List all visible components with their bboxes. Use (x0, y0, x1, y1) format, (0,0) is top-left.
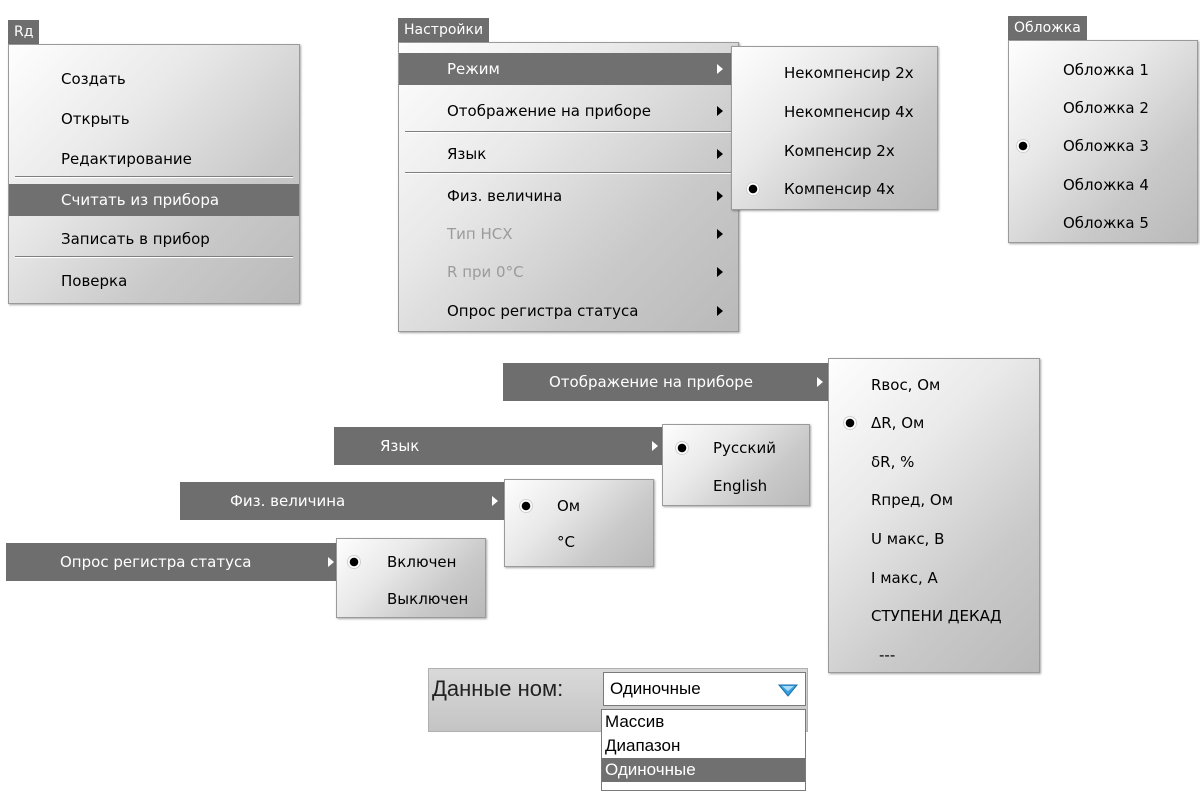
menu-item-write-to-device[interactable]: Записать в прибор (9, 223, 299, 255)
rd-menu-panel: Создать Открыть Редактирование Считать и… (8, 44, 300, 304)
rd-menu-title[interactable]: Rд (8, 20, 40, 44)
menu-separator (405, 172, 732, 174)
menu-separator (15, 176, 293, 178)
submenu-arrow-icon (717, 106, 723, 116)
menu-item-physical-quantity[interactable]: Физ. величина (399, 180, 738, 212)
status-submenu-panel: Включен Выключен (336, 538, 486, 618)
display-submenu-panel: Rвос, Ом ΔR, Ом δR, % Rпред, Ом U макс, … (828, 358, 1040, 673)
submenu-arrow-icon (717, 306, 723, 316)
menu-item-decade-steps[interactable]: СТУПЕНИ ДЕКАД (829, 600, 1039, 632)
menu-item-r-limit[interactable]: Rпред, Ом (829, 484, 1039, 516)
menu-item-u-max[interactable]: U макс, B (829, 523, 1039, 555)
menu-item-none[interactable]: --- (829, 639, 1039, 671)
menu-item-disabled[interactable]: Выключен (337, 583, 485, 615)
status-register-poll-bar[interactable]: Опрос регистра статуса (6, 543, 344, 581)
mode-submenu-panel: Некомпенсир 2x Некомпенсир 4x Компенсир … (731, 46, 938, 210)
menu-item-display-on-device[interactable]: Отображение на приборе (399, 95, 738, 127)
submenu-arrow-icon (717, 229, 723, 239)
cover-menu-panel: Обложка 1 Обложка 2 Обложка 3 Обложка 4 … (1008, 40, 1198, 243)
menu-item-compensated-2x[interactable]: Компенсир 2x (732, 135, 937, 167)
display-on-device-bar[interactable]: Отображение на приборе (503, 363, 838, 401)
menu-item-enabled[interactable]: Включен (337, 546, 485, 578)
submenu-arrow-icon (717, 191, 723, 201)
menu-item-relative-r[interactable]: δR, % (829, 446, 1039, 478)
settings-menu-title[interactable]: Настройки (398, 18, 490, 42)
menu-item-mode[interactable]: Режим (399, 53, 738, 85)
settings-menu-panel: Режим Отображение на приборе Язык Физ. в… (398, 42, 739, 332)
submenu-arrow-icon (717, 149, 723, 159)
menu-item-cover-3[interactable]: Обложка 3 (1009, 130, 1197, 162)
submenu-arrow-icon (817, 377, 823, 387)
menu-item-russian[interactable]: Русский (663, 432, 809, 464)
physical-submenu-panel: Ом °C (504, 479, 654, 567)
menu-item-r-recovery[interactable]: Rвос, Ом (829, 369, 1039, 401)
data-nominal-select[interactable]: Одиночные (603, 672, 806, 706)
radio-selected-icon (675, 441, 689, 455)
menu-item-english[interactable]: English (663, 470, 809, 502)
combo-dropdown-list: Массив Диапазон Одиночные (601, 709, 806, 791)
menu-item-celsius[interactable]: °C (505, 526, 653, 558)
dropdown-arrow-icon[interactable] (777, 682, 799, 698)
menu-separator (405, 131, 732, 133)
radio-selected-icon (347, 555, 361, 569)
submenu-arrow-icon (717, 267, 723, 277)
submenu-arrow-icon (652, 441, 658, 451)
submenu-arrow-icon (492, 496, 498, 506)
menu-item-open[interactable]: Открыть (9, 103, 299, 135)
menu-item-nsh-type: Тип НСХ (399, 218, 738, 250)
menu-item-edit[interactable]: Редактирование (9, 143, 299, 175)
radio-selected-icon (1016, 139, 1030, 153)
radio-selected-icon (519, 499, 533, 513)
language-bar[interactable]: Язык (334, 427, 664, 465)
menu-item-r-at-zero: R при 0°C (399, 256, 738, 288)
combo-label: Данные ном: (432, 676, 564, 701)
menu-item-cover-5[interactable]: Обложка 5 (1009, 207, 1197, 239)
select-value: Одиночные (610, 679, 701, 698)
menu-item-delta-r[interactable]: ΔR, Ом (829, 407, 1039, 439)
menu-item-ohm[interactable]: Ом (505, 490, 653, 522)
menu-item-cover-4[interactable]: Обложка 4 (1009, 169, 1197, 201)
radio-selected-icon (746, 182, 760, 196)
menu-separator (15, 256, 293, 258)
radio-selected-icon (843, 416, 857, 430)
menu-item-language[interactable]: Язык (399, 138, 738, 170)
menu-item-uncompensated-2x[interactable]: Некомпенсир 2x (732, 57, 937, 89)
menu-item-cover-1[interactable]: Обложка 1 (1009, 54, 1197, 86)
submenu-arrow-icon (717, 64, 723, 74)
menu-item-compensated-4x[interactable]: Компенсир 4x (732, 173, 937, 205)
menu-item-i-max[interactable]: I макс, A (829, 562, 1039, 594)
menu-item-cover-2[interactable]: Обложка 2 (1009, 92, 1197, 124)
physical-quantity-bar[interactable]: Физ. величина (180, 482, 510, 520)
menu-item-verification[interactable]: Поверка (9, 265, 299, 297)
menu-item-uncompensated-4x[interactable]: Некомпенсир 4x (732, 96, 937, 128)
menu-item-create[interactable]: Создать (9, 63, 299, 95)
menu-item-status-register-poll[interactable]: Опрос регистра статуса (399, 295, 738, 327)
option-single[interactable]: Одиночные (602, 758, 805, 782)
cover-menu-title[interactable]: Обложка (1008, 16, 1087, 40)
menu-item-read-from-device[interactable]: Считать из прибора (9, 184, 299, 216)
option-array[interactable]: Массив (602, 710, 805, 734)
submenu-arrow-icon (328, 557, 334, 567)
language-submenu-panel: Русский English (662, 424, 810, 506)
option-range[interactable]: Диапазон (602, 734, 805, 758)
